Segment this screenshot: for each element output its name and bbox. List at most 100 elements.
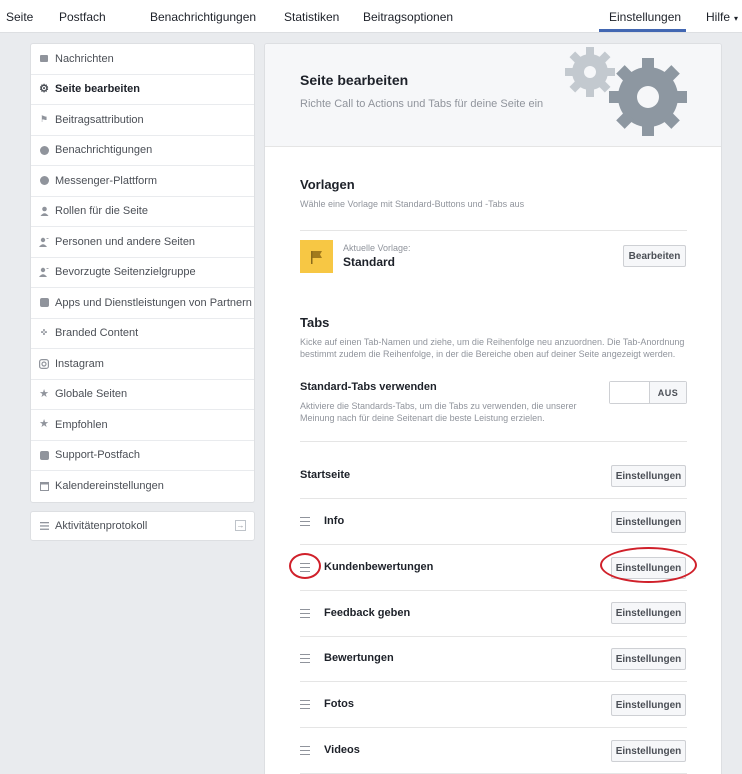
sidebar-item-label: Nachrichten [55,52,114,65]
calendar-icon [39,481,49,492]
sidebar-item-label: Branded Content [55,327,139,340]
divider [300,681,687,682]
templates-description: Wähle eine Vorlage mit Standard-Buttons … [300,199,525,209]
star-icon: ★ [39,418,49,431]
gear-icon: ⚙ [39,82,49,95]
divider [300,498,687,499]
person-add-icon [39,237,49,247]
tabs-description-line2: bestimmt zudem die Reihenfolge, in der d… [300,349,676,359]
tab-settings-button-feedback[interactable]: Einstellungen [611,602,686,624]
sidebar-item-label: Globale Seiten [55,388,128,401]
sidebar-item-nachrichten[interactable]: Nachrichten [31,44,254,75]
template-flag-icon [300,240,333,273]
flag-icon: ⚑ [39,114,49,125]
sidebar-item-branded-content[interactable]: ✜ Branded Content [31,319,254,349]
standard-tabs-toggle[interactable]: AUS [609,381,687,404]
sidebar-item-label: Beitragsattribution [55,113,144,126]
globe-icon [39,145,49,155]
sidebar-item-label: Support-Postfach [55,449,140,462]
handshake-icon: ✜ [40,328,48,338]
sidebar-item-benachrichtigungen[interactable]: Benachrichtigungen [31,136,254,166]
top-navigation: Seite Postfach Benachrichtigungen Statis… [0,0,742,33]
sidebar-item-label: Bevorzugte Seitenzielgruppe [55,266,196,279]
tabs-title: Tabs [300,315,330,330]
nav-postfach[interactable]: Postfach [59,10,106,24]
tab-settings-button-videos[interactable]: Einstellungen [611,740,686,762]
sidebar-item-label: Kalendereinstellungen [55,480,164,493]
tab-settings-button-fotos[interactable]: Einstellungen [611,694,686,716]
cube-icon [39,298,49,308]
nav-hilfe-label: Hilfe [706,10,731,24]
tab-row-label-feedback: Feedback geben [324,607,411,619]
nav-einstellungen[interactable]: Einstellungen [609,10,681,24]
sidebar-item-label: Instagram [55,357,104,370]
page-subtitle: Richte Call to Actions und Tabs für dein… [300,98,544,110]
sidebar-item-messenger-plattform[interactable]: Messenger-Plattform [31,166,254,197]
sidebar-item-label: Apps und Dienstleistungen von Partnern [55,296,252,309]
instagram-icon [39,358,49,369]
tab-settings-button-info[interactable]: Einstellungen [611,511,686,533]
sidebar-item-label: Personen und andere Seiten [55,235,196,248]
current-template-label: Aktuelle Vorlage: [343,243,411,253]
drag-handle-icon[interactable] [300,746,310,755]
settings-sidebar: Nachrichten ⚙ Seite bearbeiten ⚑ Beitrag… [30,43,255,503]
nav-statistiken[interactable]: Statistiken [284,10,339,24]
person-icon [39,206,49,217]
activity-log-label: Aktivitätenprotokoll [55,520,148,532]
sidebar-item-personen[interactable]: Personen und andere Seiten [31,227,254,258]
tab-settings-button-bewertungen[interactable]: Einstellungen [611,648,686,670]
main-panel: Seite bearbeiten Richte Call to Actions … [264,43,722,774]
current-template-value: Standard [343,255,396,269]
drag-handle-icon[interactable] [300,654,310,663]
tab-settings-button-startseite[interactable]: Einstellungen [611,465,686,487]
tabs-description-line1: Kicke auf einen Tab-Namen und ziehe, um … [300,337,685,347]
tab-row-label-bewertungen: Bewertungen [324,652,394,664]
standard-tabs-desc-line2: Meinung nach für deine Seitenart die bes… [300,413,545,423]
sidebar-item-zielgruppe[interactable]: Bevorzugte Seitenzielgruppe [31,258,254,288]
drag-handle-icon[interactable] [300,700,310,709]
star-icon: ★ [39,387,49,400]
annotation-circle-drag-handle [289,553,321,579]
sidebar-item-seite-bearbeiten[interactable]: ⚙ Seite bearbeiten [31,75,254,105]
gears-illustration-icon [565,47,687,136]
sidebar-item-rollen[interactable]: Rollen für die Seite [31,197,254,227]
tab-row-label-fotos: Fotos [324,698,354,710]
tab-row-label-info: Info [324,515,345,527]
drag-handle-icon[interactable] [300,609,310,618]
sidebar-item-instagram[interactable]: Instagram [31,349,254,380]
sidebar-item-label: Messenger-Plattform [55,174,158,187]
page-header: Seite bearbeiten Richte Call to Actions … [265,44,721,147]
divider [300,441,687,442]
facebook-icon [39,450,49,460]
edit-template-button[interactable]: Bearbeiten [623,245,686,267]
active-tab-indicator [599,29,686,32]
divider [300,544,687,545]
sidebar-item-empfohlen[interactable]: ★ Empfohlen [31,410,254,441]
divider [300,590,687,591]
annotation-circle-settings-button [600,547,697,583]
drag-handle-icon[interactable] [300,517,310,526]
nav-hilfe[interactable]: Hilfe ▾ [706,10,738,24]
templates-title: Vorlagen [300,177,355,192]
divider [300,636,687,637]
sidebar-item-label: Seite bearbeiten [55,83,140,96]
sidebar-item-kalender[interactable]: Kalendereinstellungen [31,471,254,502]
sidebar-item-globale-seiten[interactable]: ★ Globale Seiten [31,380,254,410]
standard-tabs-title: Standard-Tabs verwenden [300,381,437,393]
external-link-icon[interactable]: → [235,520,246,531]
nav-beitragsoptionen[interactable]: Beitragsoptionen [363,10,453,24]
toggle-state-label: AUS [650,382,686,403]
activity-log-item[interactable]: Aktivitätenprotokoll → [30,511,255,541]
sidebar-item-apps[interactable]: Apps und Dienstleistungen von Partnern [31,288,254,319]
nav-seite[interactable]: Seite [6,10,33,24]
caret-down-icon: ▾ [734,14,739,23]
nav-benachrichtigungen[interactable]: Benachrichtigungen [150,10,256,24]
person-add-icon [39,267,49,278]
page-title: Seite bearbeiten [300,72,409,88]
list-icon [39,521,49,531]
sidebar-item-beitragsattribution[interactable]: ⚑ Beitragsattribution [31,105,254,136]
sidebar-item-label: Benachrichtigungen [55,144,153,157]
sidebar-item-label: Rollen für die Seite [55,205,148,218]
message-icon [39,54,49,64]
sidebar-item-support-postfach[interactable]: Support-Postfach [31,441,254,471]
